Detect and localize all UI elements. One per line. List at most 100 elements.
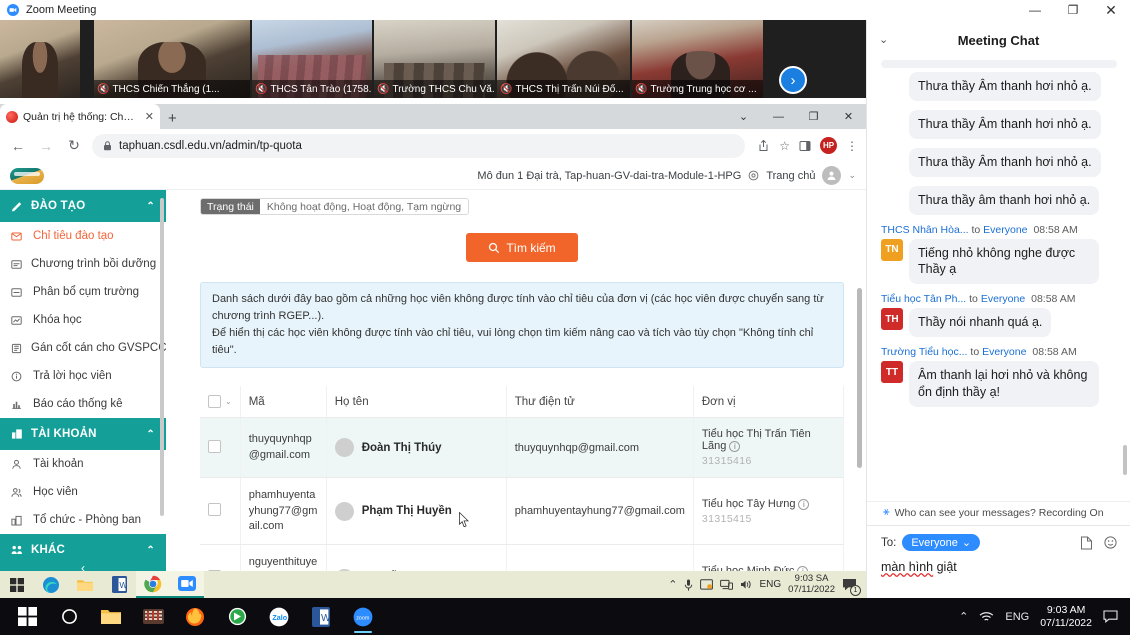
row-checkbox-1[interactable]: [208, 503, 221, 516]
select-all-checkbox[interactable]: [208, 395, 221, 408]
search-button[interactable]: Tìm kiếm: [466, 233, 577, 262]
os-search-icon[interactable]: [48, 598, 90, 635]
network-icon[interactable]: [720, 579, 733, 590]
filter-chip-trang-thai[interactable]: Trạng thái Không hoạt động, Hoạt động, T…: [200, 198, 469, 215]
os-tray-expand-chevron-up-icon[interactable]: ⌃: [959, 610, 968, 623]
onedrive-sync-icon[interactable]: [700, 579, 713, 590]
content-scrollbar[interactable]: [857, 288, 862, 468]
windows-taskbar-tray: ⌃ ENG 9:03 AM 07/11/2022: [959, 604, 1130, 629]
emoji-icon[interactable]: [1104, 536, 1117, 550]
browser-maximize-button[interactable]: ❐: [796, 104, 831, 129]
tray-expand-chevron-up-icon[interactable]: ⌃: [668, 578, 677, 591]
inner-taskbar-tray: ⌃ ENG 9:03 SA 0: [668, 574, 866, 596]
os-zalo-icon[interactable]: Zalo: [258, 598, 300, 635]
sidebar-item-bao-cao-thong-ke[interactable]: Báo cáo thống kê: [0, 390, 166, 418]
row-checkbox-0[interactable]: [208, 440, 221, 453]
chat-to-label-4: to: [971, 224, 980, 236]
address-bar[interactable]: taphuan.csdl.edu.vn/admin/tp-quota: [92, 134, 745, 158]
row-checkbox-cell-0: [200, 418, 240, 478]
bookmark-star-icon[interactable]: ☆: [779, 139, 790, 153]
sidebar-scrollbar[interactable]: [160, 198, 164, 516]
chat-message-list[interactable]: Thưa thầy Âm thanh hơi nhỏ ạ. Thưa thầy …: [867, 60, 1130, 497]
sidebar-item-phan-bo-cum-truong[interactable]: Phân bổ cụm trường: [0, 278, 166, 306]
tab-close-icon[interactable]: ✕: [145, 110, 154, 123]
os-wifi-icon[interactable]: [979, 611, 994, 623]
taskbar-file-explorer-icon[interactable]: [68, 571, 102, 598]
unit-info-icon[interactable]: i: [729, 441, 740, 452]
user-avatar[interactable]: [822, 166, 841, 185]
info-banner: Danh sách dưới đây bao gồm cả những học …: [200, 282, 844, 368]
zoom-minimize-button[interactable]: —: [1016, 0, 1054, 20]
zoom-close-button[interactable]: ✕: [1092, 0, 1130, 20]
chat-scrollbar[interactable]: [1123, 445, 1127, 475]
taskbar-start-button[interactable]: [0, 571, 34, 598]
unit-info-icon[interactable]: i: [798, 499, 809, 510]
chat-message-0: Thưa thầy Âm thanh hơi nhỏ ạ.: [881, 72, 1117, 101]
chat-message-input[interactable]: màn hình giật: [881, 560, 1117, 574]
taskbar-zoom-icon[interactable]: [170, 571, 204, 598]
os-notification-icon[interactable]: [1103, 610, 1118, 623]
select-all-chevron-down-icon[interactable]: ⌄: [225, 397, 232, 406]
user-menu-chevron-down-icon[interactable]: ⌄: [848, 170, 856, 181]
sidebar-group-tai-khoan[interactable]: TÀI KHOẢN ⌃: [0, 418, 166, 450]
inner-tray-clock[interactable]: 9:03 SA 07/11/2022: [788, 574, 835, 596]
back-icon[interactable]: ←: [8, 138, 28, 154]
notification-center-icon[interactable]: 1: [842, 578, 858, 592]
os-word-icon[interactable]: W: [300, 598, 342, 635]
taskbar-chrome-icon[interactable]: [136, 571, 170, 598]
sidebar-group-dao-tao[interactable]: ĐÀO TẠO ⌃: [0, 190, 166, 222]
reload-icon[interactable]: ↻: [64, 137, 84, 154]
sidebar-item-gan-cot-can[interactable]: Gán cốt cán cho GVSPCC/GVC: [0, 334, 166, 362]
video-thumbnail-partial-left[interactable]: [0, 20, 80, 98]
next-participants-arrow-icon[interactable]: ›: [779, 66, 807, 94]
os-firefox-icon[interactable]: [174, 598, 216, 635]
gear-icon[interactable]: [748, 170, 759, 181]
browser-menu-icon[interactable]: ⋮: [846, 139, 858, 153]
inner-tray-language[interactable]: ENG: [759, 579, 781, 590]
os-tray-language[interactable]: ENG: [1005, 611, 1029, 623]
video-thumbnail-0[interactable]: 🔇 THCS Chiến Thắng (1...: [94, 20, 250, 98]
participant-name-2: Trường THCS Chu Vă...: [392, 84, 495, 95]
table-row[interactable]: thuyquynhqp@gmail.com Đoàn Thị Thúy thuy…: [200, 418, 844, 478]
os-file-explorer-icon[interactable]: [90, 598, 132, 635]
sidebar-item-tai-khoan[interactable]: Tài khoản: [0, 450, 166, 478]
microphone-icon[interactable]: [684, 579, 693, 591]
department-icon: [11, 515, 24, 526]
video-thumbnail-1[interactable]: 🔇 THCS Tân Trào (1758...: [252, 20, 372, 98]
sidebar-item-khoa-hoc[interactable]: Khóa học: [0, 306, 166, 334]
browser-restore-down-icon[interactable]: ⌄: [726, 104, 761, 129]
browser-close-button[interactable]: ✕: [831, 104, 866, 129]
chat-collapse-chevron-down-icon[interactable]: ⌄: [879, 33, 888, 46]
zoom-maximize-button[interactable]: ❐: [1054, 0, 1092, 20]
taskbar-edge-icon[interactable]: [34, 571, 68, 598]
table-header-don-vi: Đơn vị: [693, 386, 843, 418]
sidebar-item-chi-tieu-dao-tao[interactable]: Chỉ tiêu đào tạo: [0, 222, 166, 250]
share-icon[interactable]: [757, 139, 770, 152]
home-link[interactable]: Trang chủ: [766, 170, 815, 182]
sidebar-item-tra-loi-hoc-vien[interactable]: Trả lời học viên: [0, 362, 166, 390]
volume-icon[interactable]: [740, 579, 752, 590]
side-panel-icon[interactable]: [799, 140, 811, 152]
forward-icon[interactable]: →: [36, 138, 56, 154]
os-winrar-icon[interactable]: [132, 598, 174, 635]
table-row[interactable]: phamhuyentayhung77@gmail.com Phạm Thị Hu…: [200, 478, 844, 545]
chevron-down-icon: ⌄: [962, 536, 971, 549]
browser-tab-0[interactable]: Quản trị hệ thống: Chương trình ✕: [0, 104, 160, 129]
compose-recipient-dropdown[interactable]: Everyone ⌄: [902, 534, 980, 551]
browser-profile-avatar[interactable]: HP: [820, 137, 837, 154]
browser-toolbar: ← → ↻ taphuan.csdl.edu.vn/admin/tp-quota…: [0, 129, 866, 162]
os-unikey-icon[interactable]: [216, 598, 258, 635]
sidebar-item-hoc-vien[interactable]: Học viên: [0, 478, 166, 506]
video-thumbnail-3[interactable]: 🔇 THCS Thị Trấn Núi Đố...: [497, 20, 630, 98]
video-thumbnail-4[interactable]: 🔇 Trường Trung học cơ ...: [632, 20, 763, 98]
sidebar-item-chuong-trinh-boi-duong[interactable]: Chương trình bồi dưỡng: [0, 250, 166, 278]
video-thumbnail-2[interactable]: 🔇 Trường THCS Chu Vă...: [374, 20, 495, 98]
browser-minimize-button[interactable]: —: [761, 104, 796, 129]
os-zoom-icon[interactable]: zoom: [342, 598, 384, 635]
taskbar-word-icon[interactable]: W: [102, 571, 136, 598]
os-start-button[interactable]: [6, 598, 48, 635]
new-tab-button[interactable]: +: [168, 110, 177, 129]
sidebar-item-to-chuc-phong-ban[interactable]: Tổ chức - Phòng ban: [0, 506, 166, 534]
os-tray-clock[interactable]: 9:03 AM 07/11/2022: [1040, 604, 1092, 629]
file-attach-icon[interactable]: [1080, 536, 1093, 550]
